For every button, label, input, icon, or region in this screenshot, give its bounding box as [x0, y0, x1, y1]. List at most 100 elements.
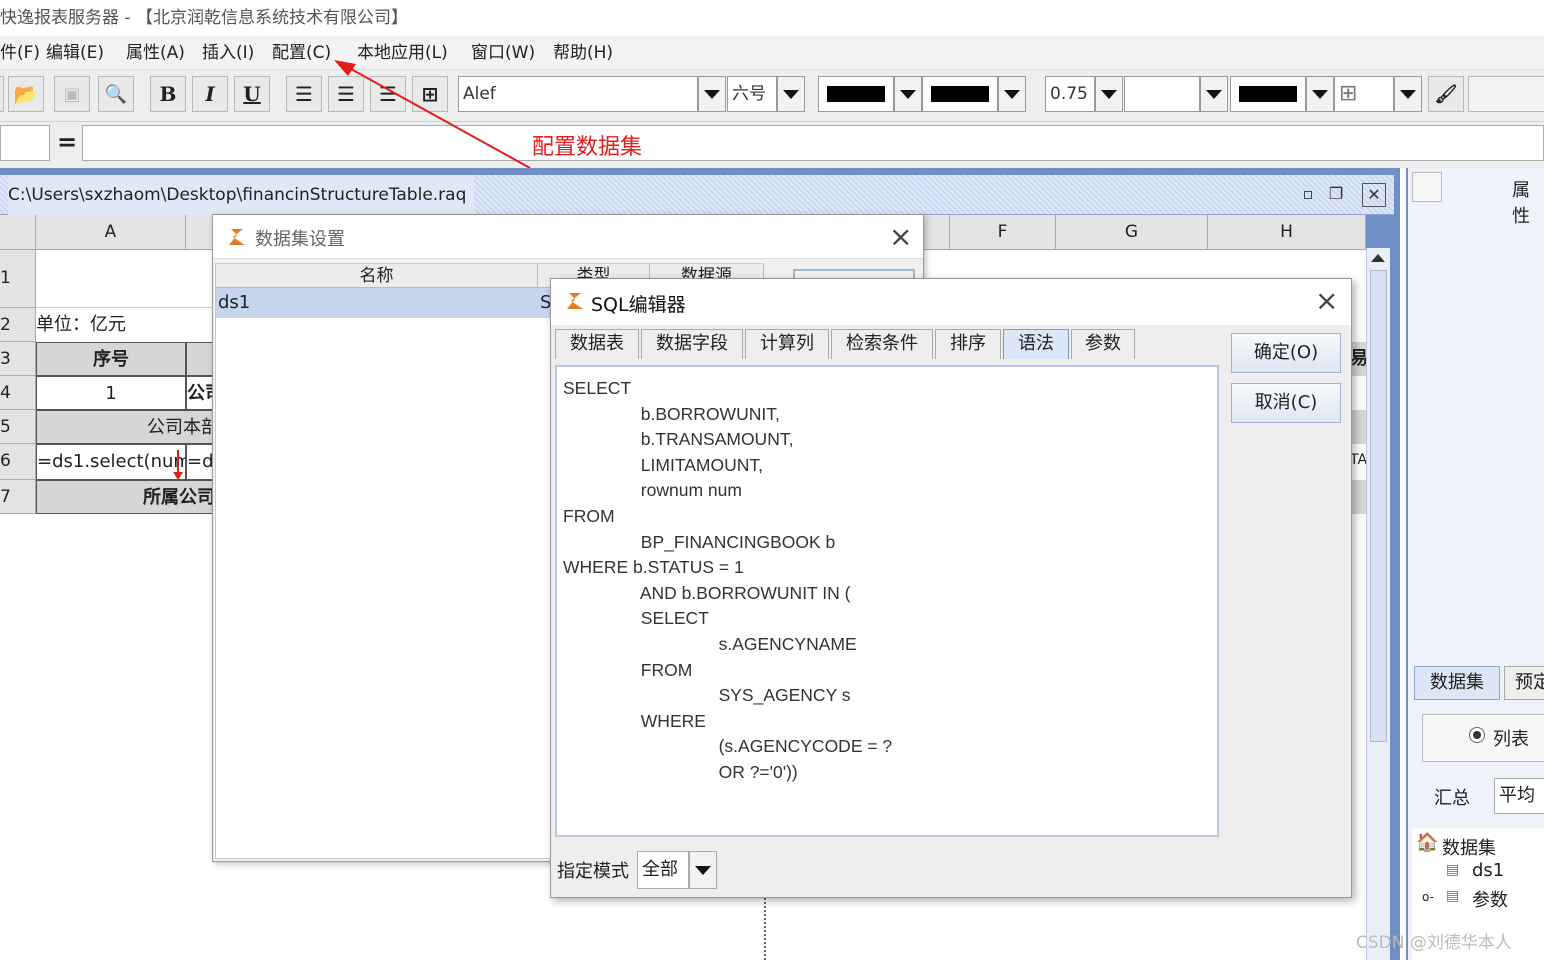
row-header-3[interactable]: 3	[0, 342, 36, 376]
cell-h5[interactable]	[1350, 410, 1366, 444]
line-style-dropdown[interactable]	[1200, 76, 1228, 112]
font-family-dropdown[interactable]	[698, 76, 726, 112]
menu-edit[interactable]: 编辑(E)	[46, 40, 104, 66]
cell-a6-formula[interactable]: =ds1.select(num)	[36, 444, 186, 480]
save-button[interactable]: ▣	[54, 76, 90, 112]
tab-tables[interactable]: 数据表	[555, 329, 639, 359]
mode-select[interactable]: 全部	[637, 851, 689, 889]
column-header-name[interactable]: 名称	[216, 264, 538, 288]
font-size-select[interactable]: 六号	[727, 76, 777, 112]
align-left-button[interactable]: ☰	[286, 76, 322, 112]
toolbar-extra-field[interactable]	[1468, 76, 1544, 112]
column-header-a[interactable]: A	[36, 215, 186, 250]
toolbar-partial-button[interactable]	[0, 76, 4, 112]
menu-file[interactable]: 件(F)	[0, 40, 40, 66]
tab-computed[interactable]: 计算列	[745, 329, 829, 359]
cancel-button[interactable]: 取消(C)	[1231, 383, 1341, 423]
cell-a7[interactable]: 所属公司	[36, 480, 214, 514]
close-icon[interactable]: ✕	[1362, 183, 1386, 207]
cell-b4[interactable]: 公司	[186, 376, 214, 410]
radio-list-icon[interactable]	[1469, 727, 1485, 743]
format-painter-button[interactable]: 🖌	[1428, 76, 1464, 112]
cell-b6-formula[interactable]: =ds	[186, 444, 214, 480]
tab-params[interactable]: 参数	[1071, 329, 1135, 359]
line-style-select[interactable]	[1124, 76, 1200, 112]
row-header-4[interactable]: 4	[0, 376, 36, 410]
cell-a1[interactable]	[36, 250, 214, 308]
row-header-6[interactable]: 6	[0, 444, 36, 480]
tree-item-ds1[interactable]: ds1	[1472, 860, 1504, 881]
corner-cell[interactable]	[0, 215, 36, 250]
sql-text[interactable]: SELECT b.BORROWUNIT, b.TRANSAMOUNT, LIMI…	[557, 367, 1217, 786]
menu-insert[interactable]: 插入(I)	[202, 40, 254, 66]
tab-sort[interactable]: 排序	[935, 329, 1001, 359]
radio-list-label[interactable]: 列表	[1493, 725, 1529, 751]
preview-button[interactable]: 🔍	[98, 76, 134, 112]
font-size-dropdown[interactable]	[777, 76, 805, 112]
tree-root[interactable]: 数据集	[1442, 834, 1496, 860]
border-type-dropdown[interactable]	[1394, 76, 1422, 112]
line-width-select[interactable]: 0.75	[1045, 76, 1095, 112]
mode-dropdown-icon[interactable]	[689, 851, 717, 889]
align-left-icon: ☰	[295, 82, 313, 106]
cell-a2-unit[interactable]: 单位：亿元	[36, 308, 214, 342]
cell-h6-partial[interactable]: TA	[1350, 444, 1366, 480]
cell-h3-partial[interactable]: 易	[1350, 342, 1366, 376]
bg-color-swatch[interactable]	[922, 76, 998, 112]
scrollbar-thumb[interactable]	[1370, 270, 1387, 742]
cell-a3-seq-header[interactable]: 序号	[36, 342, 186, 376]
vertical-scrollbar[interactable]	[1366, 248, 1390, 960]
text-color-dropdown[interactable]	[894, 76, 922, 112]
underline-button[interactable]: U	[234, 76, 270, 112]
column-header-h[interactable]: H	[1208, 215, 1366, 250]
bold-button[interactable]: B	[150, 76, 186, 112]
border-color-dropdown[interactable]	[1306, 76, 1334, 112]
sql-editor-dialog: SQL编辑器 × 数据表 数据字段 计算列 检索条件 排序 语法 参数 SELE…	[550, 278, 1352, 898]
row-header-7[interactable]: 7	[0, 480, 36, 514]
panel-toggle[interactable]	[1412, 172, 1442, 202]
cell-a5[interactable]: 公司本部	[36, 410, 214, 444]
open-button[interactable]: 📂	[8, 76, 44, 112]
restore-icon[interactable]: ❐	[1324, 183, 1348, 207]
row-header-5[interactable]: 5	[0, 410, 36, 444]
italic-button[interactable]: I	[192, 76, 228, 112]
tab-conditions[interactable]: 检索条件	[831, 329, 933, 359]
close-icon[interactable]: ×	[889, 223, 912, 251]
tab-syntax[interactable]: 语法	[1003, 329, 1069, 359]
tree-expand-icon[interactable]: o-	[1422, 890, 1434, 904]
tree-item-params[interactable]: 参数	[1472, 886, 1508, 912]
preview-icon: 🔍	[104, 83, 128, 105]
cell-b3[interactable]	[186, 342, 214, 376]
column-header-f[interactable]: F	[950, 215, 1056, 250]
cell-h7[interactable]	[1350, 480, 1366, 514]
formula-input[interactable]	[82, 125, 1544, 161]
cell-reference-field[interactable]	[0, 125, 50, 161]
cell-a4[interactable]: 1	[36, 376, 186, 410]
scroll-up-icon[interactable]	[1371, 254, 1385, 262]
border-type-select[interactable]: ⊞	[1334, 76, 1394, 112]
tab-preset[interactable]: 预定	[1504, 666, 1544, 700]
summary-select[interactable]: 平均	[1494, 778, 1544, 814]
text-color-swatch[interactable]	[818, 76, 894, 112]
row-header-1[interactable]: 1	[0, 250, 36, 308]
tab-dataset[interactable]: 数据集	[1414, 666, 1500, 700]
page-break-line	[764, 895, 766, 960]
sql-editor-textarea[interactable]: SELECT b.BORROWUNIT, b.TRANSAMOUNT, LIMI…	[555, 365, 1219, 837]
panel-header: 属性	[1512, 180, 1530, 227]
ok-button[interactable]: 确定(O)	[1231, 333, 1341, 373]
menu-help[interactable]: 帮助(H)	[553, 40, 613, 66]
summary-label: 汇总	[1434, 788, 1470, 809]
row-header-2[interactable]: 2	[0, 308, 36, 342]
minimize-icon[interactable]: ▫	[1296, 183, 1320, 207]
dialog-header: SQL编辑器 ×	[551, 279, 1351, 325]
app-logo-icon	[567, 293, 583, 309]
line-width-dropdown[interactable]	[1095, 76, 1123, 112]
column-header-e[interactable]	[924, 215, 950, 250]
menu-properties[interactable]: 属性(A)	[126, 40, 185, 66]
border-color-swatch[interactable]	[1230, 76, 1306, 112]
column-header-g[interactable]: G	[1056, 215, 1208, 250]
tab-fields[interactable]: 数据字段	[641, 329, 743, 359]
table-row-name[interactable]: ds1	[216, 288, 538, 318]
bg-color-dropdown[interactable]	[998, 76, 1026, 112]
close-icon[interactable]: ×	[1315, 287, 1338, 315]
